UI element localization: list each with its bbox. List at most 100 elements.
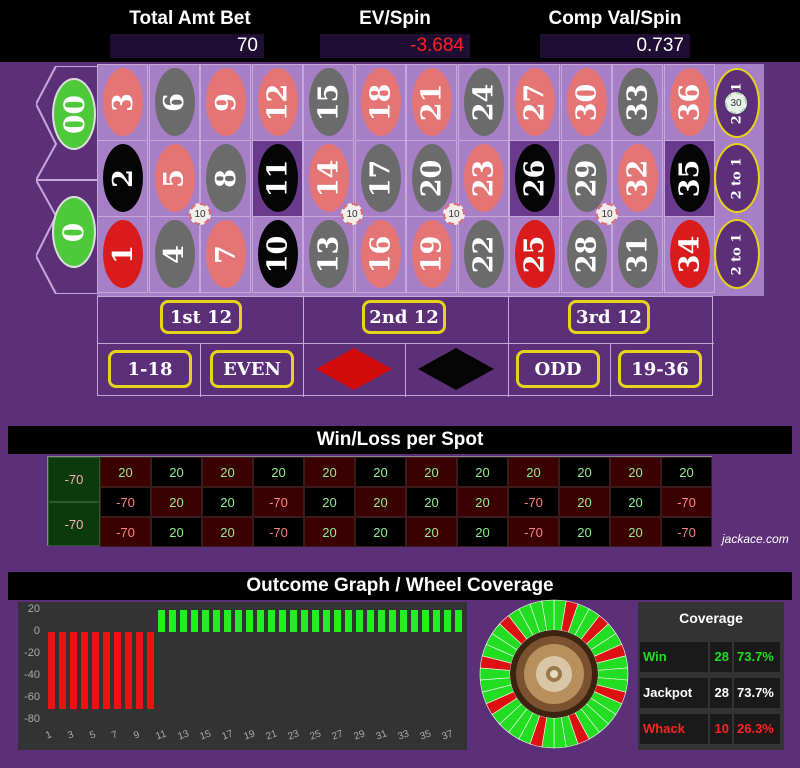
number-label: 30	[570, 83, 602, 121]
coverage-row: Jackpot 28 73.7%	[638, 678, 784, 708]
winloss-cell: 20	[304, 517, 355, 547]
winloss-cell: 20	[610, 457, 661, 487]
x-tick-label: 33	[396, 728, 411, 743]
number-label: 25	[519, 235, 551, 273]
outcome-bar	[268, 610, 275, 632]
winloss-cell: 20	[610, 517, 661, 547]
number-oval: 23	[463, 144, 504, 212]
comp-label: Comp Val/Spin	[548, 8, 682, 29]
number-spot-24[interactable]: 24	[457, 64, 509, 141]
low-1-18-bet[interactable]: 1-18	[108, 350, 192, 388]
winloss-cell: 20	[406, 517, 457, 547]
dozen-2-bet[interactable]: 2nd 12	[362, 300, 446, 334]
number-spot-3[interactable]: 3	[97, 64, 148, 141]
winloss-cell: 20	[610, 487, 661, 517]
dozen-3-bet[interactable]: 3rd 12	[568, 300, 650, 334]
zero-spot[interactable]: 0	[52, 196, 96, 268]
number-oval: 6	[154, 68, 195, 136]
number-spot-28[interactable]: 28	[560, 216, 612, 293]
chip[interactable]: 10	[443, 203, 465, 225]
number-spot-19[interactable]: 19	[406, 216, 457, 293]
winloss-cell: -70	[661, 517, 712, 547]
outcome-bar	[411, 610, 418, 632]
number-spot-7[interactable]: 7	[200, 216, 251, 293]
number-spot-36[interactable]: 36	[663, 64, 715, 141]
number-spot-31[interactable]: 31	[612, 216, 663, 293]
number-spot-21[interactable]: 21	[406, 64, 457, 141]
dozen-1-bet[interactable]: 1st 12	[160, 300, 242, 334]
winloss-cell: 20	[304, 487, 355, 517]
number-spot-30[interactable]: 30	[560, 64, 612, 141]
number-spot-22[interactable]: 22	[457, 216, 509, 293]
number-spot-10[interactable]: 10	[251, 216, 303, 293]
number-spot-15[interactable]: 15	[303, 64, 354, 141]
number-oval: 13	[309, 220, 349, 288]
x-tick-label: 37	[440, 728, 455, 743]
number-oval: 31	[618, 220, 658, 288]
chip[interactable]: 10	[189, 203, 211, 225]
number-spot-26[interactable]: 26	[509, 140, 560, 217]
number-label: 23	[467, 159, 499, 197]
outcome-bar	[81, 632, 88, 709]
outcome-bar	[279, 610, 286, 632]
number-spot-33[interactable]: 33	[612, 64, 663, 141]
number-oval: 18	[360, 68, 401, 136]
x-tick-label: 3	[66, 729, 76, 742]
number-oval: 24	[463, 68, 504, 136]
number-spot-11[interactable]: 11	[251, 140, 303, 217]
number-spot-23[interactable]: 23	[457, 140, 509, 217]
winloss-cell: 20	[559, 457, 610, 487]
total-bet-value: 70	[110, 34, 264, 58]
even-bet[interactable]: EVEN	[210, 350, 294, 388]
number-spot-34[interactable]: 34	[663, 216, 715, 293]
coverage-count: 28	[710, 642, 732, 672]
x-tick-label: 21	[264, 728, 279, 743]
number-spot-17[interactable]: 17	[354, 140, 406, 217]
x-tick-label: 9	[132, 729, 142, 742]
black-diamond-bet[interactable]	[418, 348, 494, 390]
red-diamond-bet[interactable]	[316, 348, 392, 390]
number-spot-35[interactable]: 35	[663, 140, 715, 217]
outcome-bar	[235, 610, 242, 632]
high-19-36-bet[interactable]: 19-36	[618, 350, 702, 388]
number-spot-2[interactable]: 2	[97, 140, 148, 217]
number-label: 16	[364, 235, 396, 273]
coverage-count: 10	[710, 714, 732, 744]
number-oval: 35	[669, 144, 710, 212]
odd-bet[interactable]: ODD	[516, 350, 600, 388]
chip[interactable]: 10	[341, 203, 363, 225]
number-spot-18[interactable]: 18	[354, 64, 406, 141]
number-label: 6	[158, 92, 190, 112]
winloss-cell: 20	[151, 457, 202, 487]
number-spot-1[interactable]: 1	[97, 216, 148, 293]
winloss-cell: 20	[406, 487, 457, 517]
number-spot-16[interactable]: 16	[354, 216, 406, 293]
number-label: 11	[261, 159, 293, 197]
column-bet-1[interactable]: 2 to 1	[714, 219, 760, 289]
number-spot-13[interactable]: 13	[303, 216, 354, 293]
double-zero-spot[interactable]: 00	[52, 78, 96, 150]
outcome-bar	[312, 610, 319, 632]
x-tick-label: 1	[44, 729, 54, 742]
number-spot-6[interactable]: 6	[148, 64, 200, 141]
winloss-cell: 20	[202, 457, 253, 487]
number-oval: 11	[257, 144, 298, 212]
number-oval: 9	[206, 68, 246, 136]
number-label: 15	[313, 83, 345, 121]
number-oval: 10	[257, 220, 298, 288]
chip[interactable]: 10	[596, 203, 618, 225]
number-label: 9	[210, 92, 242, 112]
number-spot-12[interactable]: 12	[251, 64, 303, 141]
x-tick-label: 29	[352, 728, 367, 743]
number-label: 35	[673, 159, 705, 197]
number-spot-9[interactable]: 9	[200, 64, 251, 141]
winloss-cell: 20	[457, 457, 508, 487]
number-spot-25[interactable]: 25	[509, 216, 560, 293]
column-bet-2[interactable]: 2 to 1	[714, 143, 760, 213]
chip[interactable]: 30	[725, 92, 747, 114]
number-spot-4[interactable]: 4	[148, 216, 200, 293]
number-spot-32[interactable]: 32	[612, 140, 663, 217]
number-oval: 29	[566, 144, 607, 212]
number-spot-27[interactable]: 27	[509, 64, 560, 141]
outcome-bar	[345, 610, 352, 632]
